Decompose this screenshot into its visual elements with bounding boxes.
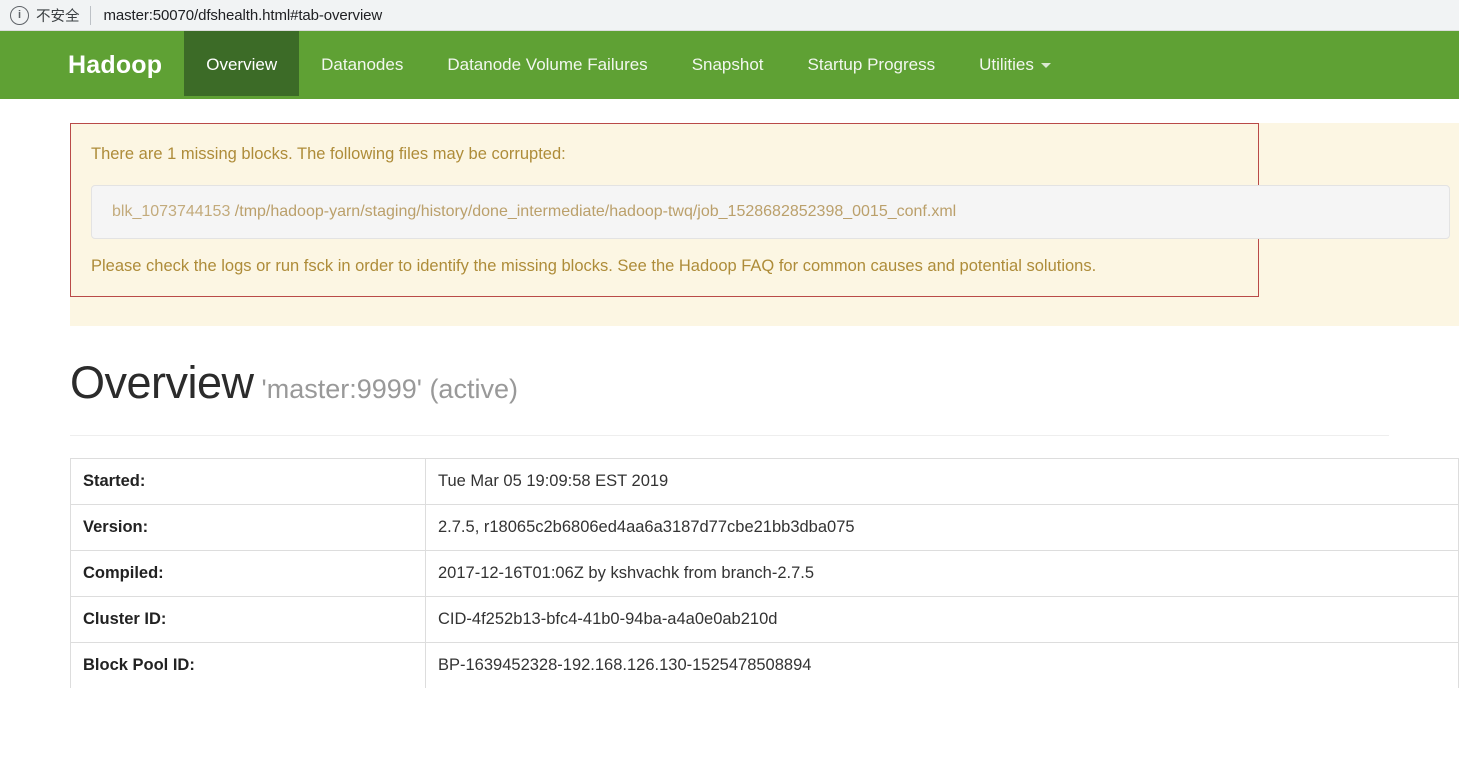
table-row: Version: 2.7.5, r18065c2b6806ed4aa6a3187… bbox=[70, 504, 1459, 551]
overview-divider bbox=[70, 434, 1389, 436]
overview-subtitle-text: 'master:9999' (active) bbox=[261, 373, 518, 404]
row-label-started: Started: bbox=[70, 458, 426, 505]
table-row: Started: Tue Mar 05 19:09:58 EST 2019 bbox=[70, 458, 1459, 505]
table-row: Compiled: 2017-12-16T01:06Z by kshvachk … bbox=[70, 550, 1459, 597]
missing-blocks-alert: There are 1 missing blocks. The followin… bbox=[70, 123, 1450, 297]
table-row: Block Pool ID: BP-1639452328-192.168.126… bbox=[70, 642, 1459, 688]
row-label-compiled: Compiled: bbox=[70, 550, 426, 597]
security-status-label: 不安全 bbox=[36, 8, 80, 25]
nav-item-datanodes[interactable]: Datanodes bbox=[299, 31, 425, 99]
page-title: Overview'master:9999' (active) bbox=[70, 357, 1459, 409]
nav-item-startup-progress[interactable]: Startup Progress bbox=[786, 31, 958, 99]
row-value-started: Tue Mar 05 19:09:58 EST 2019 bbox=[425, 458, 1459, 505]
nav-item-snapshot[interactable]: Snapshot bbox=[670, 31, 786, 99]
overview-title-text: Overview bbox=[70, 356, 254, 408]
nav-item-datanode-volume-failures[interactable]: Datanode Volume Failures bbox=[425, 31, 669, 99]
alert-title: There are 1 missing blocks. The followin… bbox=[91, 145, 566, 163]
row-label-cluster-id: Cluster ID: bbox=[70, 596, 426, 643]
address-bar-divider bbox=[89, 5, 91, 25]
table-row: Cluster ID: CID-4f252b13-bfc4-41b0-94ba-… bbox=[70, 596, 1459, 643]
corrupt-files-well: blk_1073744153 /tmp/hadoop-yarn/staging/… bbox=[91, 185, 1450, 240]
url-text[interactable]: master:50070/dfshealth.html#tab-overview bbox=[104, 7, 383, 24]
missing-blocks-alert-container: There are 1 missing blocks. The followin… bbox=[0, 123, 1459, 326]
row-value-version: 2.7.5, r18065c2b6806ed4aa6a3187d77cbe21b… bbox=[425, 504, 1459, 551]
browser-address-bar: i 不安全 master:50070/dfshealth.html#tab-ov… bbox=[0, 0, 1459, 31]
row-value-compiled: 2017-12-16T01:06Z by kshvachk from branc… bbox=[425, 550, 1459, 597]
alert-footer-text: Please check the logs or run fsck in ord… bbox=[91, 257, 1097, 276]
page-content: There are 1 missing blocks. The followin… bbox=[0, 123, 1459, 688]
info-circle-icon[interactable]: i bbox=[10, 5, 29, 25]
row-value-cluster-id: CID-4f252b13-bfc4-41b0-94ba-a4a0e0ab210d bbox=[425, 596, 1459, 643]
row-label-version: Version: bbox=[70, 504, 426, 551]
chevron-down-icon bbox=[1040, 62, 1051, 68]
nav-item-utilities[interactable]: Utilities bbox=[957, 31, 1073, 99]
row-label-block-pool-id: Block Pool ID: bbox=[70, 642, 426, 688]
corrupt-block-id: blk_1073744153 bbox=[112, 203, 231, 221]
hadoop-brand-link[interactable]: Hadoop bbox=[56, 31, 184, 99]
cluster-summary-table: Started: Tue Mar 05 19:09:58 EST 2019 Ve… bbox=[70, 458, 1459, 688]
main-navbar: Hadoop Overview Datanodes Datanode Volum… bbox=[0, 31, 1459, 99]
nav-item-overview[interactable]: Overview bbox=[184, 31, 300, 99]
row-value-block-pool-id: BP-1639452328-192.168.126.130-1525478508… bbox=[425, 642, 1459, 688]
corrupt-file-entry: blk_1073744153 /tmp/hadoop-yarn/staging/… bbox=[112, 203, 1429, 221]
nav-item-utilities-label: Utilities bbox=[979, 55, 1034, 74]
corrupt-file-path: /tmp/hadoop-yarn/staging/history/done_in… bbox=[234, 203, 957, 221]
